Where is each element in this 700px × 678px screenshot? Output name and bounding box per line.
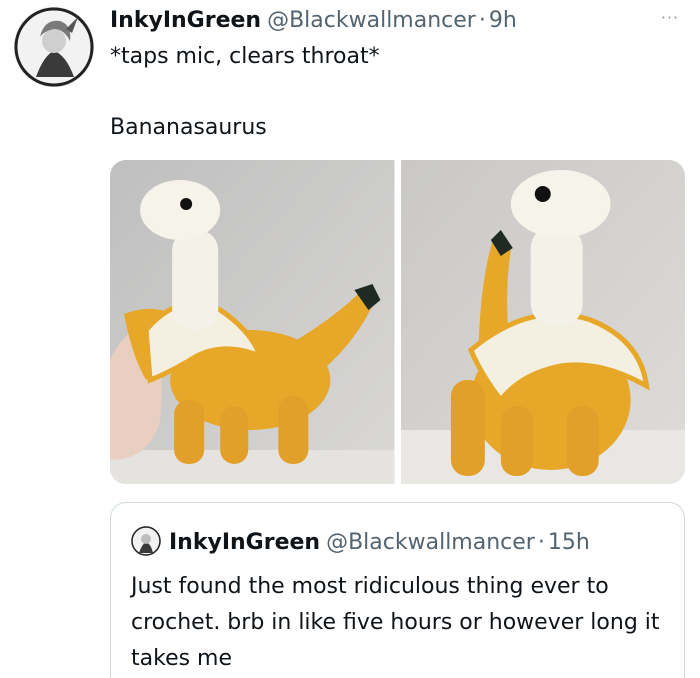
- tweet[interactable]: InkyInGreen @Blackwallmancer · 9h ··· *taps…: [0, 0, 700, 678]
- tweet-text-line2: Bananasaurus: [110, 115, 267, 140]
- author-handle[interactable]: @Blackwallmancer: [267, 8, 476, 33]
- tweet-text-line1: *taps mic, clears throat*: [110, 44, 380, 69]
- separator-dot: ·: [478, 8, 486, 33]
- quoted-tweet-text: Just found the most ridiculous thing eve…: [131, 574, 660, 671]
- quoted-author-name[interactable]: InkyInGreen: [169, 530, 320, 555]
- quoted-timestamp[interactable]: 15h: [548, 530, 590, 555]
- more-options-icon[interactable]: ···: [652, 8, 688, 28]
- quoted-tweet[interactable]: InkyInGreen @Blackwallmancer · 15h Just fou…: [110, 502, 685, 678]
- photo-crochet-banana-dino-front[interactable]: [400, 160, 685, 484]
- quoted-separator-dot: ·: [537, 530, 545, 555]
- avatar[interactable]: [14, 7, 94, 87]
- quoted-avatar[interactable]: [131, 526, 161, 556]
- tweet-header: InkyInGreen @Blackwallmancer · 9h: [110, 5, 517, 37]
- quoted-author-handle[interactable]: @Blackwallmancer: [326, 530, 535, 555]
- author-name[interactable]: InkyInGreen: [110, 8, 261, 33]
- photo-crochet-banana-dino-side[interactable]: [110, 160, 395, 484]
- quoted-tweet-header: InkyInGreen @Blackwallmancer · 15h: [131, 526, 590, 559]
- tweet-media: [110, 160, 685, 484]
- tweet-timestamp[interactable]: 9h: [489, 8, 517, 33]
